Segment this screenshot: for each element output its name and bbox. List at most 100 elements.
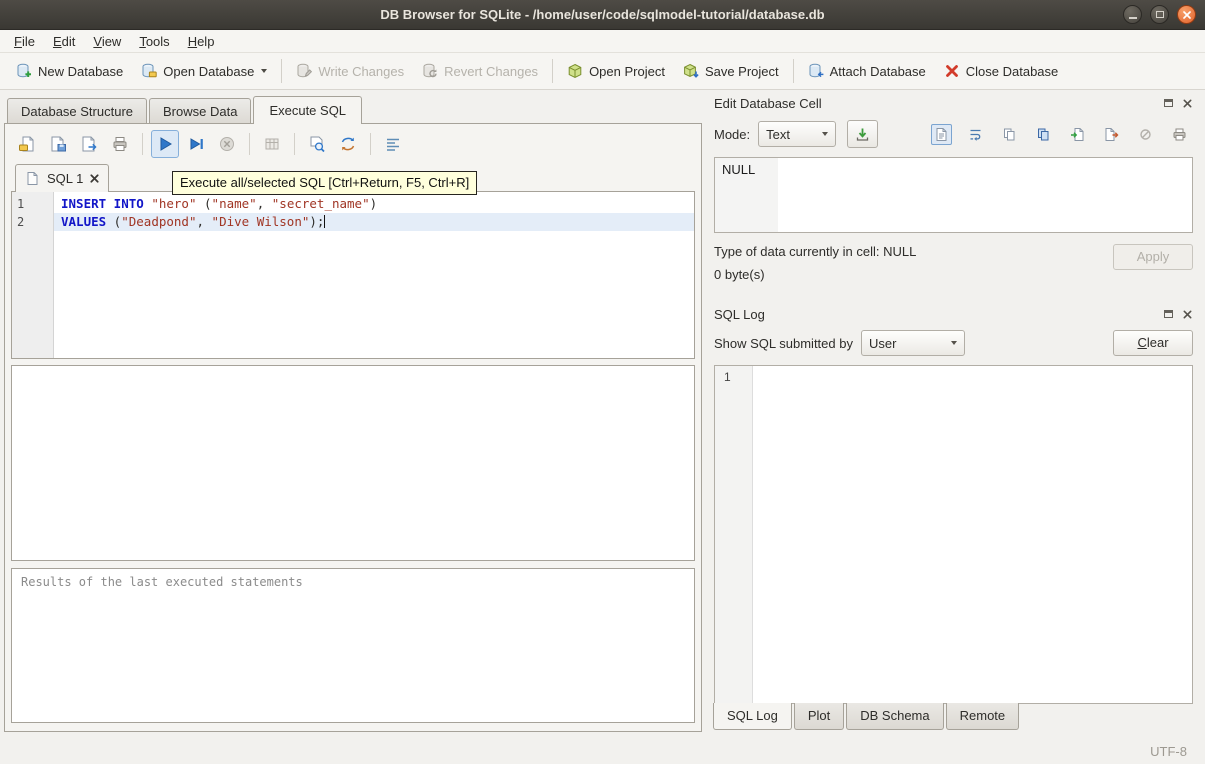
maximize-button[interactable] (1150, 5, 1169, 24)
apply-button[interactable]: Apply (1113, 244, 1193, 270)
close-window-button[interactable] (1177, 5, 1196, 24)
encoding-indicator[interactable]: UTF-8 (1150, 744, 1187, 759)
toolbar-separator (793, 59, 794, 83)
auto-complete-button[interactable] (334, 130, 362, 158)
auto-complete-icon (339, 135, 357, 153)
sql-tab-1[interactable]: SQL 1 (15, 164, 109, 192)
close-dock-icon (1183, 310, 1192, 319)
word-wrap-button[interactable] (965, 124, 986, 145)
results-placeholder: Results of the last executed statements (21, 575, 303, 589)
cell-edit-area[interactable] (778, 158, 1192, 232)
new-database-icon (16, 63, 32, 79)
import-file-icon (1070, 127, 1085, 142)
dock-tab-remote[interactable]: Remote (946, 703, 1020, 730)
toolbar-separator (142, 133, 143, 155)
execute-line-button[interactable] (182, 130, 210, 158)
open-database-button[interactable]: Open Database (132, 58, 276, 84)
format-sql-button[interactable] (379, 130, 407, 158)
save-results-icon (263, 135, 281, 153)
sql-token: , (196, 214, 211, 229)
mode-select[interactable]: Text (758, 121, 836, 147)
find-replace-button[interactable] (303, 130, 331, 158)
text-view-button[interactable] (931, 124, 952, 145)
export-file-button[interactable] (1101, 124, 1122, 145)
main-tab-bar: Database Structure Browse Data Execute S… (4, 96, 702, 123)
set-null-button[interactable] (1135, 124, 1156, 145)
revert-changes-button[interactable]: Revert Changes (413, 58, 547, 84)
results-message-pane[interactable]: Results of the last executed statements (11, 568, 695, 723)
dock-tab-bar: SQL Log Plot DB Schema Remote (709, 704, 1196, 734)
dock-buttons (1162, 97, 1194, 110)
sql-token: "name" (212, 196, 257, 211)
write-changes-button[interactable]: Write Changes (287, 58, 413, 84)
save-sql-file-button[interactable] (44, 130, 72, 158)
copy-cell-button[interactable] (999, 124, 1020, 145)
menu-file[interactable]: File (5, 31, 44, 52)
dock-tab-sql-log[interactable]: SQL Log (713, 703, 792, 730)
clear-log-button[interactable]: Clear (1113, 330, 1193, 356)
menu-help[interactable]: Help (179, 31, 224, 52)
menu-edit[interactable]: Edit (44, 31, 84, 52)
print-icon (111, 135, 129, 153)
sql-token: "Deadpond" (121, 214, 196, 229)
attach-database-button[interactable]: Attach Database (799, 58, 935, 84)
execute-sql-tooltip: Execute all/selected SQL [Ctrl+Return, F… (172, 171, 477, 195)
float-dock-button[interactable] (1162, 308, 1175, 321)
tab-database-structure[interactable]: Database Structure (7, 98, 147, 124)
open-database-dropdown-icon[interactable] (261, 69, 267, 73)
tab-browse-data[interactable]: Browse Data (149, 98, 251, 124)
close-database-button[interactable]: Close Database (935, 58, 1068, 84)
sql-editor[interactable]: 1 2 INSERT INTO "hero" ("name", "secret_… (11, 191, 695, 359)
save-sql-as-button[interactable] (75, 130, 103, 158)
log-body (753, 366, 1192, 703)
result-grid[interactable] (11, 365, 695, 561)
mode-value: Text (766, 127, 790, 142)
execute-all-button[interactable] (151, 130, 179, 158)
save-project-button[interactable]: Save Project (674, 58, 788, 84)
close-sql-tab-button[interactable] (90, 174, 99, 183)
import-cell-data-button[interactable] (847, 120, 878, 148)
titlebar[interactable]: DB Browser for SQLite - /home/user/code/… (0, 0, 1205, 30)
open-sql-file-button[interactable] (13, 130, 41, 158)
cell-type-info: Type of data currently in cell: NULL (714, 244, 1113, 259)
dock-tab-db-schema[interactable]: DB Schema (846, 703, 943, 730)
paste-cell-button[interactable] (1033, 124, 1054, 145)
sql-log-title: SQL Log (714, 307, 1162, 322)
close-dock-button[interactable] (1181, 97, 1194, 110)
menu-view[interactable]: View (84, 31, 130, 52)
float-dock-button[interactable] (1162, 97, 1175, 110)
main-content: Database Structure Browse Data Execute S… (0, 90, 1205, 738)
log-line-number: 1 (724, 370, 752, 384)
new-database-button[interactable]: New Database (7, 58, 132, 84)
float-dock-icon (1164, 310, 1173, 318)
dock-tab-plot[interactable]: Plot (794, 703, 844, 730)
print-cell-button[interactable] (1169, 124, 1190, 145)
app-window: DB Browser for SQLite - /home/user/code/… (0, 0, 1205, 764)
print-sql-button[interactable] (106, 130, 134, 158)
stop-button[interactable] (213, 130, 241, 158)
code-area[interactable]: INSERT INTO "hero" ("name", "secret_name… (54, 192, 694, 358)
code-line-2: VALUES ("Deadpond", "Dive Wilson"); (54, 213, 694, 231)
minimize-button[interactable] (1123, 5, 1142, 24)
text-view-icon (934, 127, 949, 142)
sql-log-dock-header: SQL Log (709, 303, 1196, 325)
right-pane: Edit Database Cell Mode: Text (707, 90, 1205, 738)
left-pane: Database Structure Browse Data Execute S… (0, 90, 702, 738)
sql-log-view[interactable]: 1 (714, 365, 1193, 704)
cell-value-editor[interactable]: NULL (714, 157, 1193, 233)
menu-tools[interactable]: Tools (130, 31, 178, 52)
cell-editor-toolbar (931, 124, 1193, 145)
sql-token: "secret_name" (272, 196, 370, 211)
tab-execute-sql[interactable]: Execute SQL (253, 96, 362, 124)
save-results-button[interactable] (258, 130, 286, 158)
set-null-icon (1138, 127, 1153, 142)
chevron-down-icon (951, 341, 957, 345)
sql-token: , (257, 196, 272, 211)
close-dock-button[interactable] (1181, 308, 1194, 321)
export-file-icon (1104, 127, 1119, 142)
log-filter-select[interactable]: User (861, 330, 965, 356)
execute-sql-panel: SQL 1 1 2 INSERT INTO "hero" ("name", "s… (4, 123, 702, 732)
import-file-button[interactable] (1067, 124, 1088, 145)
save-project-icon (683, 63, 699, 79)
open-project-button[interactable]: Open Project (558, 58, 674, 84)
